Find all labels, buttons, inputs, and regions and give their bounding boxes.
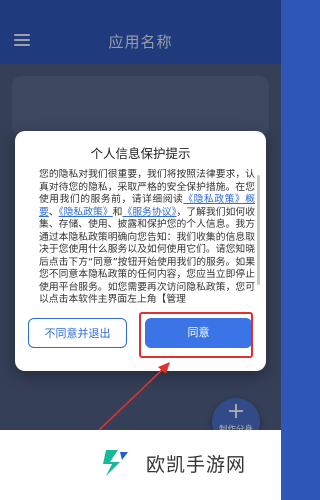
pointer-arrow-icon — [94, 362, 170, 435]
watermark-text: 欧凯手游网 — [146, 454, 247, 476]
watermark: 欧凯手游网 — [0, 430, 281, 500]
site-logo-icon — [103, 450, 128, 476]
